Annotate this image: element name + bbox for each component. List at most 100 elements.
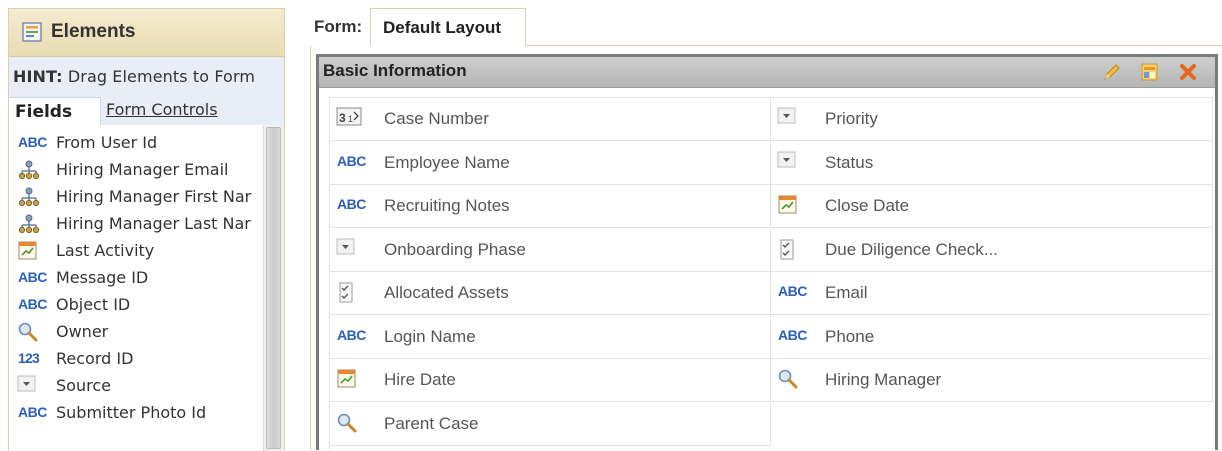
form-field-hire-date[interactable]: Hire Date — [330, 359, 771, 402]
edit-icon[interactable] — [1101, 62, 1123, 82]
elements-panel: Elements HINT: Drag Elements to Form Fie… — [8, 8, 285, 451]
hierarchy-icon — [17, 159, 45, 181]
form-field-onboarding-phase[interactable]: Onboarding Phase — [330, 228, 771, 272]
dropdown-icon — [777, 151, 807, 173]
field-list-item[interactable]: Last Activity — [9, 237, 259, 264]
lookup-icon — [336, 412, 366, 434]
form-field-label: Onboarding Phase — [384, 239, 526, 259]
field-list-item[interactable]: ABC From User Id — [9, 129, 259, 156]
field-list-item[interactable]: Owner — [9, 318, 259, 345]
form-field-allocated-assets[interactable]: Allocated Assets — [330, 272, 771, 315]
svg-text:ABC: ABC — [18, 404, 47, 420]
form-field-label: Hire Date — [384, 370, 456, 389]
svg-text:ABC: ABC — [18, 269, 47, 285]
field-list-item-label: Hiring Manager Email — [56, 160, 229, 179]
panel-tabs: Fields Form Controls — [9, 97, 284, 125]
form-field-label: Employee Name — [384, 152, 510, 172]
form-field-hiring-manager[interactable]: Hiring Manager — [771, 359, 1213, 402]
abc-icon: ABC — [17, 402, 47, 424]
field-list-item-label: Source — [56, 376, 111, 395]
abc-icon: ABC — [336, 325, 366, 347]
form-field-label: Status — [825, 152, 874, 172]
form-field-status[interactable]: Status — [771, 141, 1213, 185]
checklist-icon — [336, 281, 366, 303]
lookup-icon — [777, 368, 807, 390]
field-list-scrollbar[interactable] — [263, 125, 284, 451]
section-header[interactable]: Basic Information — [319, 57, 1215, 88]
tab-default-layout[interactable]: Default Layout — [370, 8, 526, 46]
field-list-item[interactable]: Hiring Manager Email — [9, 156, 259, 183]
delete-icon[interactable] — [1177, 62, 1199, 82]
tab-form-controls[interactable]: Form Controls — [106, 100, 218, 119]
form-field-label: Due Diligence Check... — [825, 239, 998, 259]
field-list-item-label: Owner — [56, 322, 109, 341]
abc-icon: ABC — [17, 132, 47, 154]
lookup-icon — [17, 321, 45, 343]
calendar-icon — [17, 240, 45, 262]
svg-text:ABC: ABC — [337, 153, 366, 169]
form-field-label: Close Date — [825, 196, 910, 215]
form-field-label: Recruiting Notes — [384, 196, 510, 215]
auto-number-icon: 31 — [336, 107, 366, 129]
form-field-login-name[interactable]: ABC Login Name — [330, 315, 771, 359]
form-field-priority[interactable]: Priority — [771, 98, 1213, 141]
svg-text:1: 1 — [348, 114, 353, 124]
field-list-item-label: Last Activity — [56, 241, 155, 260]
form-field-due-diligence-check[interactable]: Due Diligence Check... — [771, 228, 1213, 272]
form-field-label: Hiring Manager — [825, 370, 942, 389]
section-basic-information[interactable]: Basic Information 3 1 Case Number ABC Employ… — [316, 54, 1218, 450]
abc-icon: ABC — [17, 267, 47, 289]
checklist-icon — [777, 238, 807, 260]
field-list-item[interactable]: ABC Object ID — [9, 291, 259, 318]
field-list-item[interactable]: 123 Record ID — [9, 345, 259, 372]
hint-bar: HINT: Drag Elements to Form — [9, 57, 284, 98]
hierarchy-icon — [17, 186, 45, 208]
svg-text:ABC: ABC — [778, 283, 807, 299]
form-field-label: Phone — [825, 326, 875, 346]
svg-text:ABC: ABC — [778, 327, 807, 343]
elements-icon — [22, 22, 42, 42]
section-field-grid: 3 1 Case Number ABC Employee Name ABC Recruiti… — [329, 97, 1214, 450]
form-field-phone[interactable]: ABC Phone — [771, 315, 1213, 359]
form-field-close-date[interactable]: Close Date — [771, 185, 1213, 228]
field-list-item-label: Submitter Photo Id — [56, 403, 207, 422]
section-title: Basic Information — [323, 61, 467, 80]
field-list-item-label: Hiring Manager First Nar — [56, 187, 252, 206]
abc-icon: ABC — [17, 294, 47, 316]
hint-prefix: HINT: — [13, 67, 63, 86]
abc-icon: ABC — [777, 325, 807, 347]
form-label: Form: — [314, 17, 363, 36]
elements-header: Elements — [9, 9, 284, 57]
form-field-parent-case[interactable]: Parent Case — [330, 402, 771, 446]
tab-fields[interactable]: Fields — [9, 97, 101, 125]
form-field-recruiting-notes[interactable]: ABC Recruiting Notes — [330, 185, 771, 228]
dropdown-icon — [336, 238, 366, 260]
calendar-icon — [777, 194, 807, 216]
field-list-item-label: From User Id — [56, 133, 158, 152]
calendar-icon — [336, 368, 366, 390]
form-field-case-number[interactable]: 3 1 Case Number — [330, 98, 771, 141]
svg-text:ABC: ABC — [337, 196, 366, 212]
field-list: ABC From User Id Hiring Manager Email Hirin… — [9, 125, 259, 451]
field-list-item[interactable]: ABC Submitter Photo Id — [9, 399, 259, 426]
number-icon: 123 — [17, 348, 45, 370]
field-list-item[interactable]: Hiring Manager First Nar — [9, 183, 259, 210]
field-list-item-label: Message ID — [56, 268, 149, 287]
field-list-item[interactable]: ABC Message ID — [9, 264, 259, 291]
form-field-email[interactable]: ABC Email — [771, 272, 1213, 315]
layout-icon[interactable] — [1139, 62, 1161, 82]
hint-text: Drag Elements to Form — [67, 67, 256, 86]
field-list-item-label: Hiring Manager Last Nar — [56, 214, 251, 233]
field-list-item[interactable]: Hiring Manager Last Nar — [9, 210, 259, 237]
dropdown-icon — [17, 375, 45, 397]
form-field-employee-name[interactable]: ABC Employee Name — [330, 141, 771, 185]
abc-icon: ABC — [336, 151, 366, 173]
field-list-item-label: Object ID — [56, 295, 131, 314]
form-field-label: Priority — [825, 109, 878, 128]
form-field-label: Email — [825, 283, 868, 302]
dropdown-icon — [777, 107, 807, 129]
scrollbar-thumb[interactable] — [266, 127, 281, 449]
form-field-label: Case Number — [384, 109, 489, 128]
svg-text:ABC: ABC — [18, 134, 47, 150]
field-list-item[interactable]: Source — [9, 372, 259, 399]
